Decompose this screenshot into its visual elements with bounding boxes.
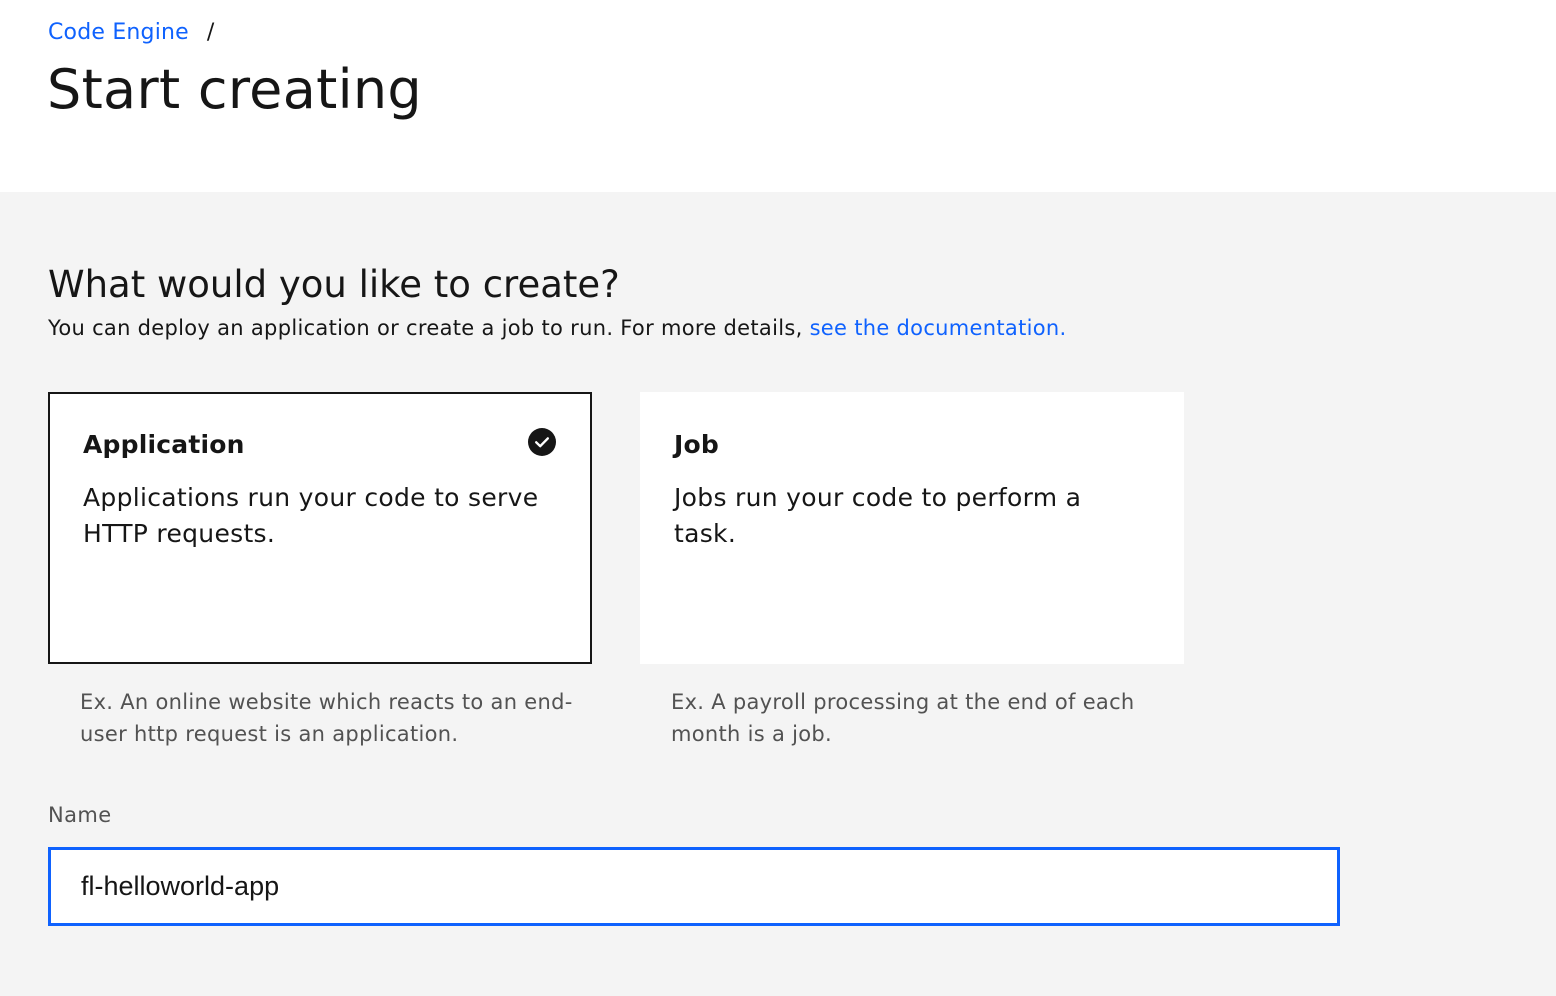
page-header: Code Engine / Start creating — [0, 0, 1556, 192]
create-section: What would you like to create? You can d… — [0, 192, 1556, 996]
breadcrumb: Code Engine / — [48, 17, 214, 49]
page-title: Start creating — [47, 58, 422, 121]
application-tile-description: Applications run your code to serve HTTP… — [83, 483, 539, 548]
application-tile-title: Application — [83, 430, 245, 459]
breadcrumb-separator: / — [206, 20, 215, 45]
section-description: You can deploy an application or create … — [48, 313, 1066, 343]
application-tile[interactable]: Application Applications run your code t… — [48, 392, 592, 664]
name-label: Name — [48, 803, 112, 827]
documentation-link[interactable]: see the documentation. — [810, 316, 1067, 340]
job-tile-description: Jobs run your code to perform a task. — [674, 483, 1082, 548]
section-description-text: You can deploy an application or create … — [48, 316, 810, 340]
application-example-text: Ex. An online website which reacts to an… — [80, 690, 573, 746]
job-tile[interactable]: Job Jobs run your code to perform a task… — [640, 392, 1184, 664]
name-input[interactable] — [48, 847, 1340, 926]
breadcrumb-link-code-engine[interactable]: Code Engine — [48, 17, 189, 49]
section-heading: What would you like to create? — [48, 263, 620, 306]
job-example-text: Ex. A payroll processing at the end of e… — [671, 690, 1135, 746]
checkmark-filled-icon — [528, 428, 556, 456]
job-tile-title: Job — [674, 430, 719, 459]
